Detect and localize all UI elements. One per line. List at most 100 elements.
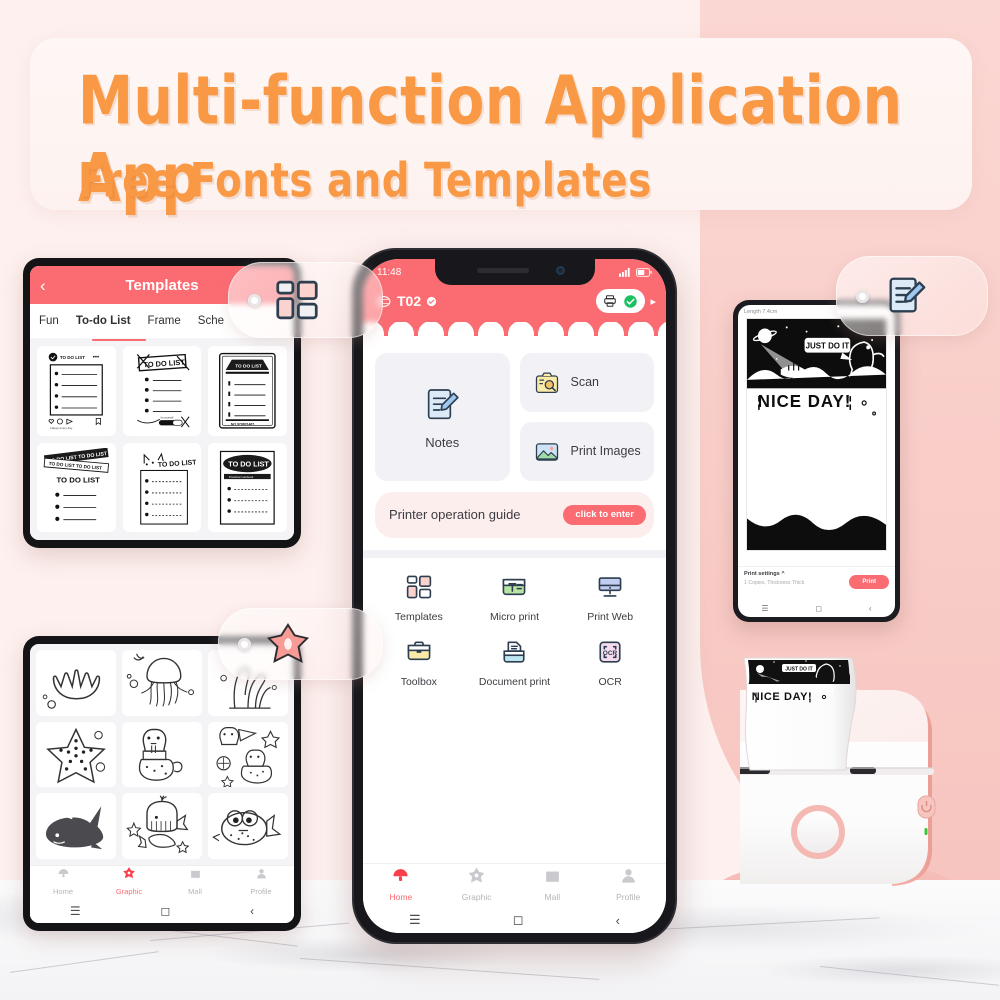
tab-label: Profile <box>616 892 641 902</box>
back-icon[interactable]: ‹ <box>869 604 872 613</box>
template-card[interactable]: TO DO LIST ••• Happy every day <box>37 346 116 436</box>
notes-label: Notes <box>425 434 460 450</box>
image-icon <box>535 442 558 461</box>
scan-card[interactable]: Scan <box>519 353 654 412</box>
templates-grid-icon <box>406 575 432 599</box>
badge-dot <box>856 289 869 303</box>
star-icon <box>123 867 135 879</box>
scan-label: Scan <box>570 374 600 389</box>
app-bar: T02 ▸ <box>363 285 666 317</box>
guide-text: Printer operation guide <box>389 507 521 523</box>
preview-phone: Length 7.4cm JUST DO IT NICE DAY! Print … <box>733 300 900 622</box>
feature-label: Print Web <box>587 611 634 623</box>
badge-templates <box>228 262 383 338</box>
svg-text:NO.978831467: NO.978831467 <box>231 422 254 426</box>
tab-mall[interactable]: Mall <box>515 866 591 905</box>
print-status-pill[interactable] <box>596 289 646 313</box>
template-card[interactable]: TO DO LIST <box>122 442 202 532</box>
chevron-up-icon[interactable]: ^ <box>781 571 784 577</box>
feature-print-web[interactable]: Print Web <box>562 574 658 625</box>
mini-thermal-printer: JUST DO IT NICE DAY! <box>734 650 968 900</box>
square-icon[interactable]: ◻ <box>160 904 170 918</box>
tab-home[interactable]: Home <box>363 866 439 905</box>
notes-card[interactable]: Notes <box>375 353 510 481</box>
menu-icon[interactable]: ☰ <box>761 604 768 613</box>
bag-icon <box>190 868 200 878</box>
tab-label: Mall <box>544 892 561 902</box>
print-settings-label[interactable]: Print settings ^ <box>744 571 804 577</box>
tab-schedule[interactable]: Sche <box>198 315 224 327</box>
android-navbar: ☰ ◻ ‹ <box>30 899 294 923</box>
feature-templates[interactable]: Templates <box>371 574 467 625</box>
star-icon <box>468 867 485 883</box>
print-preview-paper[interactable]: JUST DO IT NICE DAY! <box>746 318 887 551</box>
svg-text:TO DO LIST: TO DO LIST <box>229 459 270 468</box>
home-content: Notes Scan Print Images Printer operatio… <box>363 343 666 538</box>
feature-ocr[interactable]: OCR OCR <box>562 639 658 690</box>
svg-text:OCR: OCR <box>603 650 618 657</box>
print-settings-bar: Print settings ^ 1 Copies, Thickness Thi… <box>738 566 895 600</box>
signal-icon <box>619 267 630 277</box>
graphic-card[interactable] <box>208 721 288 788</box>
sidebar-item-profile[interactable]: Profile <box>228 867 294 899</box>
menu-icon[interactable]: ☰ <box>70 904 81 918</box>
graphic-card[interactable] <box>208 793 288 859</box>
template-card[interactable]: TO DO LIST NO.978831467 <box>208 346 287 436</box>
back-icon[interactable]: ‹ <box>616 913 620 928</box>
tab-profile[interactable]: Profile <box>590 866 666 905</box>
battery-icon <box>636 267 652 277</box>
graphic-card[interactable] <box>36 793 116 859</box>
square-icon[interactable]: ◻ <box>815 604 822 613</box>
printer-guide-banner[interactable]: Printer operation guide click to enter <box>375 492 654 538</box>
printer-icon[interactable] <box>603 294 617 308</box>
square-icon[interactable]: ◻ <box>513 912 524 928</box>
chevron-right-icon[interactable]: ▸ <box>650 295 656 308</box>
feature-label: Toolbox <box>400 676 437 688</box>
check-circle-icon[interactable] <box>623 294 638 309</box>
tab-fun[interactable]: Fun <box>39 315 59 327</box>
bubble-text: JUST DO IT <box>806 341 850 350</box>
tab-label: Graphic <box>115 887 143 896</box>
monitor-icon <box>598 577 622 597</box>
tab-label: Mall <box>188 886 202 896</box>
print-images-card[interactable]: Print Images <box>519 422 654 481</box>
feature-toolbox[interactable]: Toolbox <box>371 639 467 690</box>
tab-label: Graphic <box>461 892 492 902</box>
sidebar-item-mall[interactable]: Mall <box>162 867 228 899</box>
sidebar-item-home[interactable]: Home <box>30 867 96 899</box>
print-button[interactable]: Print <box>849 575 889 589</box>
template-card[interactable]: TO DO LIST TO DO LIST TO DO LIST TO DO L… <box>37 442 116 532</box>
tab-graphic[interactable]: Graphic <box>439 866 515 905</box>
graphic-card[interactable] <box>122 793 202 859</box>
print-images-label: Print Images <box>570 443 641 458</box>
svg-text:NICE DAY!: NICE DAY! <box>752 691 813 703</box>
svg-text:TO DO LIST: TO DO LIST <box>236 363 263 369</box>
sidebar-item-graphic[interactable]: Graphic <box>96 866 162 899</box>
tab-todo-list[interactable]: To-do List <box>76 315 131 327</box>
svg-text:TO DO LIST: TO DO LIST <box>60 355 85 360</box>
menu-icon[interactable]: ☰ <box>409 912 421 928</box>
notes-icon <box>889 277 926 313</box>
guide-enter-button[interactable]: click to enter <box>563 504 646 526</box>
active-tab-underline <box>92 338 146 341</box>
feature-document-print[interactable]: Document print <box>467 639 563 690</box>
feature-label: OCR <box>598 676 622 688</box>
phone-notch <box>434 259 595 285</box>
tab-frame[interactable]: Frame <box>148 315 181 327</box>
feature-micro-print[interactable]: Micro print <box>467 574 563 625</box>
graphic-card[interactable] <box>122 721 202 788</box>
quick-actions: Notes Scan Print Images <box>375 353 654 481</box>
bag-icon <box>546 869 559 882</box>
notes-icon <box>428 388 459 419</box>
template-card[interactable]: TO DO LIST Practical notebook <box>208 442 287 532</box>
graphics-tablet: Home Graphic Mall Profile ☰ ◻ ‹ <box>23 636 301 931</box>
android-navbar: ☰ ◻ ‹ <box>738 600 895 617</box>
back-icon[interactable]: ‹ <box>250 904 254 918</box>
preview-artwork: JUST DO IT NICE DAY! <box>747 319 886 550</box>
graphic-card[interactable] <box>122 650 202 716</box>
toolbox-icon <box>407 641 431 661</box>
graphic-card[interactable] <box>36 650 116 716</box>
template-card[interactable]: TO DO LIST for yourself <box>122 346 202 436</box>
device-selector[interactable]: T02 <box>375 293 437 310</box>
graphic-card[interactable] <box>36 721 116 788</box>
